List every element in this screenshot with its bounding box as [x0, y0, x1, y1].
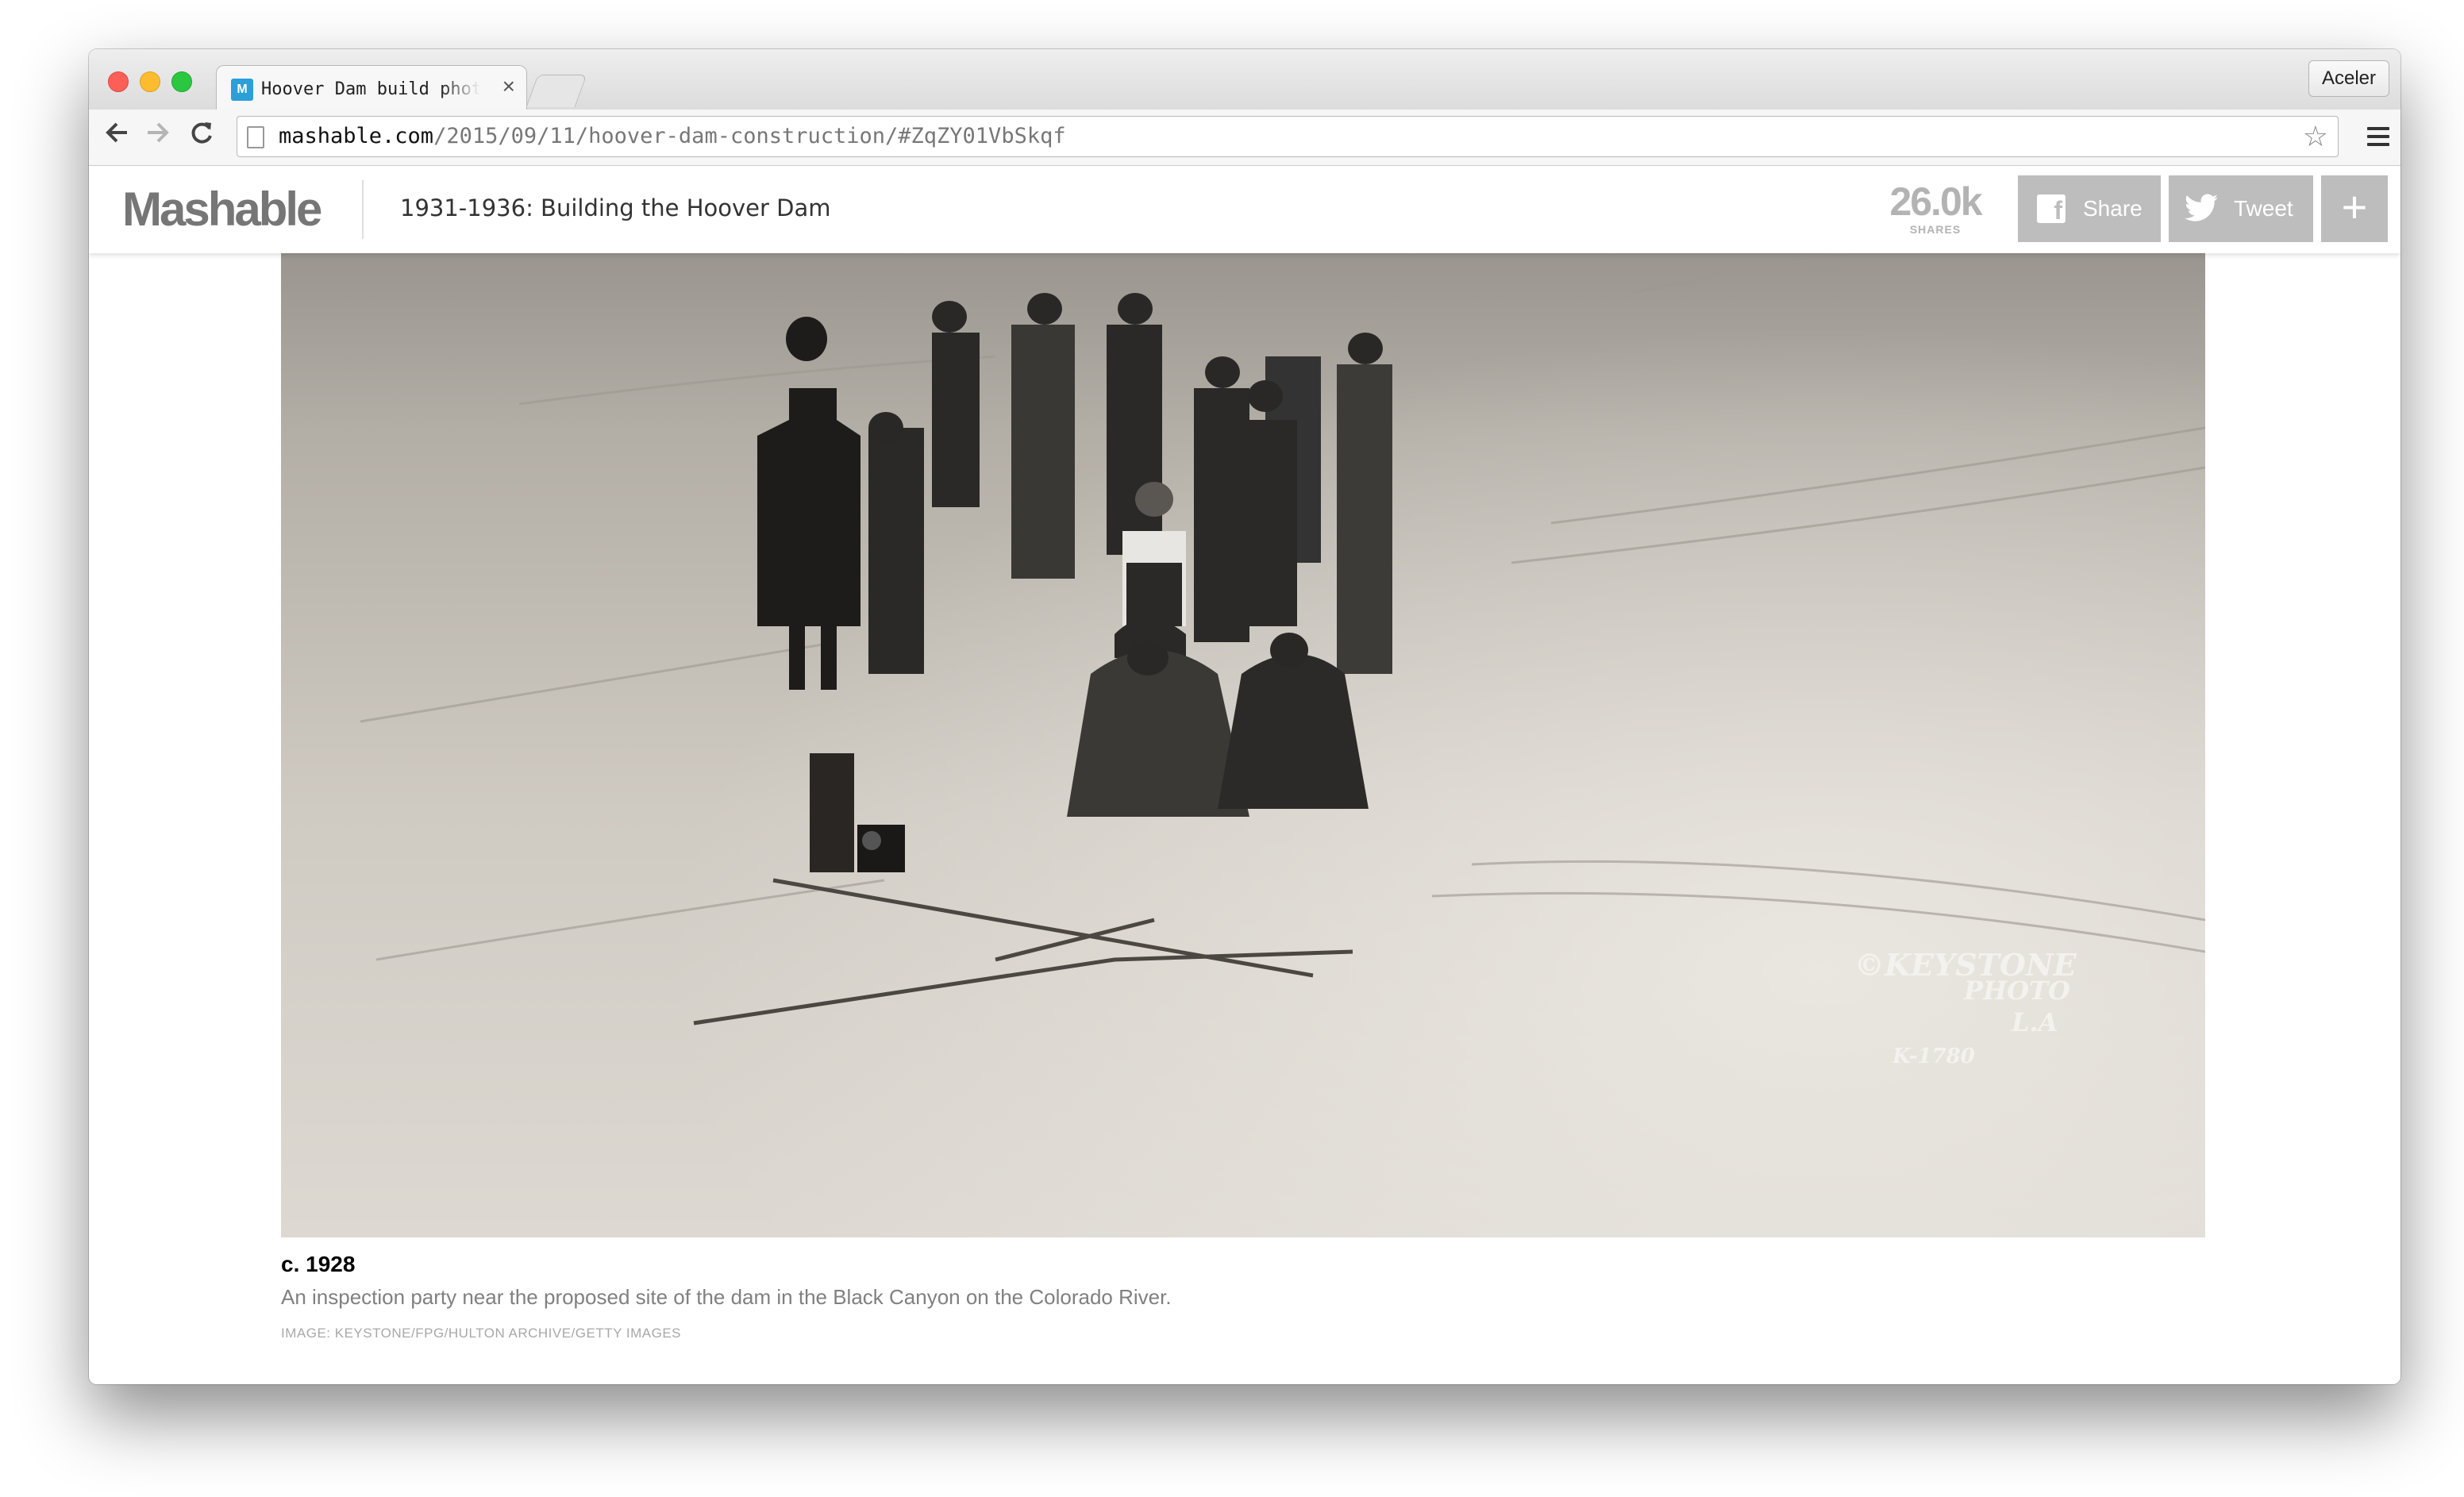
new-tab-button[interactable]	[526, 75, 587, 107]
url-path: /2015/09/11/hoover-dam-construction/#ZqZ…	[433, 124, 1066, 148]
bookmark-star-icon[interactable]: ☆	[2303, 120, 2328, 153]
twitter-share-button[interactable]: Tweet	[2169, 175, 2313, 242]
facebook-share-button[interactable]: f Share	[2018, 175, 2161, 242]
page-viewport: Mashable 1931-1936: Building the Hoover …	[89, 166, 2400, 1384]
photo-watermark-line-3: L.A	[2011, 1007, 2058, 1037]
back-arrow-icon[interactable]	[103, 119, 130, 153]
url-host: mashable.com	[279, 124, 434, 148]
photo-caption: c. 1928 An inspection party near the pro…	[281, 1252, 2205, 1341]
photo-watermark-line-4: K-1780	[1892, 1045, 1975, 1068]
caption-date: c. 1928	[281, 1252, 356, 1276]
share-count-label: SHARES	[1909, 223, 1962, 236]
share-counter: 26.0k SHARES	[1880, 180, 1991, 236]
browser-window: M Hoover Dam build photos re × Aceler ma…	[89, 49, 2400, 1384]
twitter-bird-icon	[2185, 194, 2218, 221]
mashable-logo[interactable]: Mashable	[122, 182, 322, 237]
site-header: Mashable 1931-1936: Building the Hoover …	[89, 166, 2400, 253]
minimize-window-button[interactable]	[140, 71, 160, 92]
page-icon	[247, 126, 264, 148]
close-tab-icon[interactable]: ×	[502, 74, 515, 99]
header-divider	[362, 180, 364, 239]
browser-toolbar: mashable.com/2015/09/11/hoover-dam-const…	[89, 110, 2400, 166]
facebook-icon: f	[2037, 194, 2066, 225]
article-title: 1931-1936: Building the Hoover Dam	[400, 194, 831, 221]
twitter-share-label: Tweet	[2234, 196, 2293, 221]
forward-arrow-icon[interactable]	[144, 119, 171, 153]
extension-button[interactable]: Aceler	[2308, 60, 2389, 97]
url-text: mashable.com/2015/09/11/hoover-dam-const…	[279, 123, 1066, 150]
mashable-favicon-icon: M	[231, 79, 253, 101]
share-count: 26.0k	[1889, 179, 1982, 224]
article-photo[interactable]: ©KEYSTONE PHOTO L.A K-1780	[281, 166, 2205, 1237]
tab-strip: M Hoover Dam build photos re × Aceler	[89, 49, 2400, 110]
maximize-window-button[interactable]	[171, 71, 192, 92]
caption-text: An inspection party near the proposed si…	[281, 1285, 1172, 1309]
image-credit: IMAGE: KEYSTONE/FPG/HULTON ARCHIVE/GETTY…	[281, 1326, 682, 1341]
reload-icon[interactable]	[189, 119, 214, 153]
more-share-button[interactable]: +	[2321, 175, 2388, 242]
chrome-menu-icon[interactable]	[2367, 127, 2389, 151]
tab-title: Hoover Dam build photos re	[261, 79, 480, 99]
address-bar[interactable]: mashable.com/2015/09/11/hoover-dam-const…	[237, 116, 2339, 157]
photo-watermark-line-2: PHOTO	[1963, 976, 2070, 1006]
close-window-button[interactable]	[108, 71, 129, 92]
browser-tab-active[interactable]: M Hoover Dam build photos re ×	[216, 65, 527, 110]
facebook-share-label: Share	[2083, 196, 2143, 221]
